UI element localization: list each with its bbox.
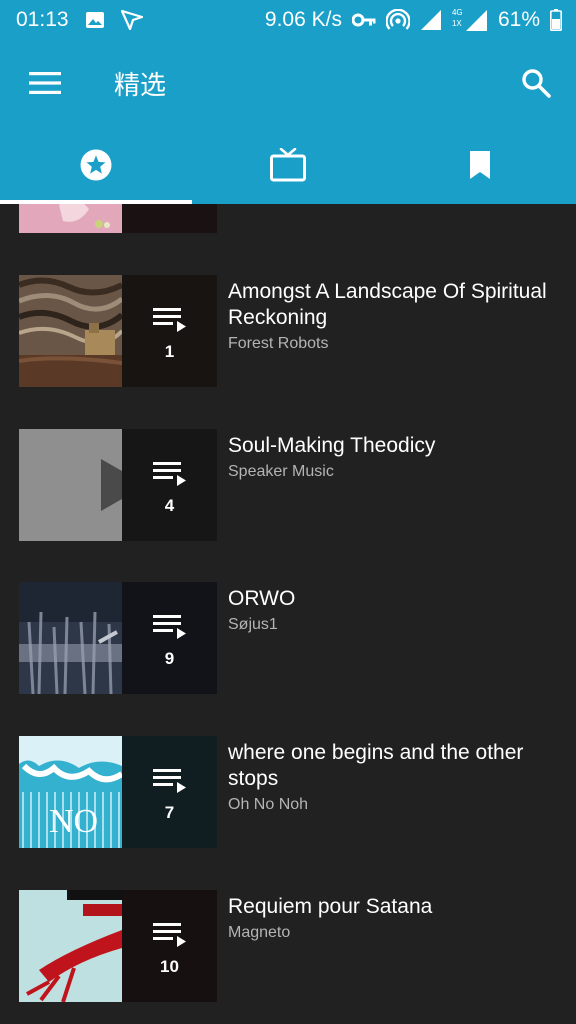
playlist-play-icon [152,308,186,332]
track-count: 4 [164,496,175,515]
album-cover [19,275,122,387]
send-icon [120,10,143,30]
playlist-play-icon [152,615,186,639]
album-artist: Oh No Noh [228,796,309,813]
album-cover [19,204,122,233]
track-count-box: 9 [122,582,217,694]
battery-percent: 61% [497,8,540,31]
status-bar: 01:13 9.06 K/s 4G 1X 61% [0,0,576,40]
album-list: 1 Amongst A Landscape Of Spiritual Recko… [0,204,576,1024]
svg-text:NO: NO [49,803,98,840]
track-count-box: 1 [122,275,217,387]
tab-tv[interactable] [192,126,384,204]
vpn-key-icon [351,13,376,27]
bookmark-icon [470,151,490,179]
network-speed: 9.06 K/s [264,8,342,31]
status-time: 01:13 [16,8,69,31]
list-item[interactable] [0,204,576,233]
album-cover: NO [19,736,122,848]
tab-bookmarks[interactable] [384,126,576,204]
track-count: 1 [164,342,175,361]
signal-icon [420,9,442,31]
album-artist: Speaker Music [228,463,334,480]
album-cover [19,890,122,1002]
tab-featured[interactable] [0,126,192,204]
album-cover [19,429,122,541]
menu-button[interactable] [0,40,90,126]
album-artist: Søjus1 [228,616,278,633]
track-count-box: 4 [122,429,217,541]
network-type-top: 4G [451,8,463,17]
list-item[interactable]: 4 Soul-Making Theodicy Speaker Music [0,429,576,541]
search-button[interactable] [496,40,576,126]
tv-icon [270,148,306,182]
track-count: 10 [160,957,179,976]
album-cover [19,582,122,694]
star-circle-icon [80,149,112,181]
list-item[interactable]: 10 Requiem pour Satana Magneto [0,890,576,1002]
tab-bar [0,126,576,204]
album-title: ORWO [228,587,296,610]
track-count-box: 10 [122,890,217,1002]
network-type-bottom: 1X [451,19,462,28]
album-title: Amongst A Landscape Of Spiritual Reckoni… [228,280,547,329]
playlist-play-icon [152,769,186,793]
album-artist: Forest Robots [228,335,329,352]
hamburger-icon [29,72,61,94]
list-item[interactable]: NO 7 where one begins and the other stop… [0,736,576,848]
list-item[interactable]: 1 Amongst A Landscape Of Spiritual Recko… [0,275,576,387]
track-count: 7 [164,803,175,822]
album-title: where one begins and the other stops [228,741,524,790]
track-count-box: 7 [122,736,217,848]
page-title: 精选 [114,69,167,100]
dual-signal-icon: 4G 1X [452,8,488,32]
playlist-play-icon [152,462,186,486]
list-item[interactable]: 9 ORWO Søjus1 [0,582,576,694]
album-title: Requiem pour Satana [228,895,433,918]
track-count: 9 [164,649,175,668]
hotspot-icon [385,9,410,31]
search-icon [522,69,551,98]
track-count-box [122,204,217,233]
battery-icon [550,9,562,31]
gallery-icon [85,11,105,29]
album-artist: Magneto [228,924,291,941]
playlist-play-icon [152,923,186,947]
app-bar: 精选 [0,40,576,126]
album-title: Soul-Making Theodicy [228,434,436,457]
